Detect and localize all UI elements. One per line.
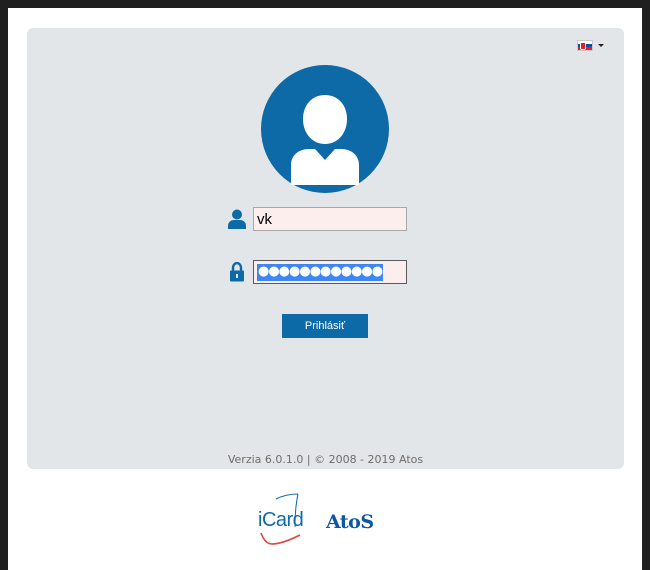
username-row [227,207,407,231]
username-input[interactable] [253,207,407,231]
login-button[interactable]: Prihlásiť [282,314,368,338]
footer-logos: iCard AtoS [258,493,374,549]
password-selection: ●●●●●●●●●●●● [257,263,383,281]
password-row: ●●●●●●●●●●●● [227,260,407,284]
slovakia-flag-icon [577,40,593,51]
login-panel: ●●●●●●●●●●●● Prihlásiť Verzia 6.0.1.0 | … [27,28,624,469]
icard-logo-text: iCard [258,509,304,531]
user-avatar-icon [261,65,389,193]
language-selector[interactable] [577,40,604,51]
user-icon [227,207,247,231]
password-input[interactable]: ●●●●●●●●●●●● [253,260,407,284]
icard-logo: iCard [258,493,320,549]
caret-down-icon [598,44,604,47]
lock-icon [227,260,247,284]
version-text: Verzia 6.0.1.0 | © 2008 - 2019 Atos [227,453,424,466]
app-window: ●●●●●●●●●●●● Prihlásiť Verzia 6.0.1.0 | … [8,8,642,570]
atos-logo: AtoS [326,511,374,533]
